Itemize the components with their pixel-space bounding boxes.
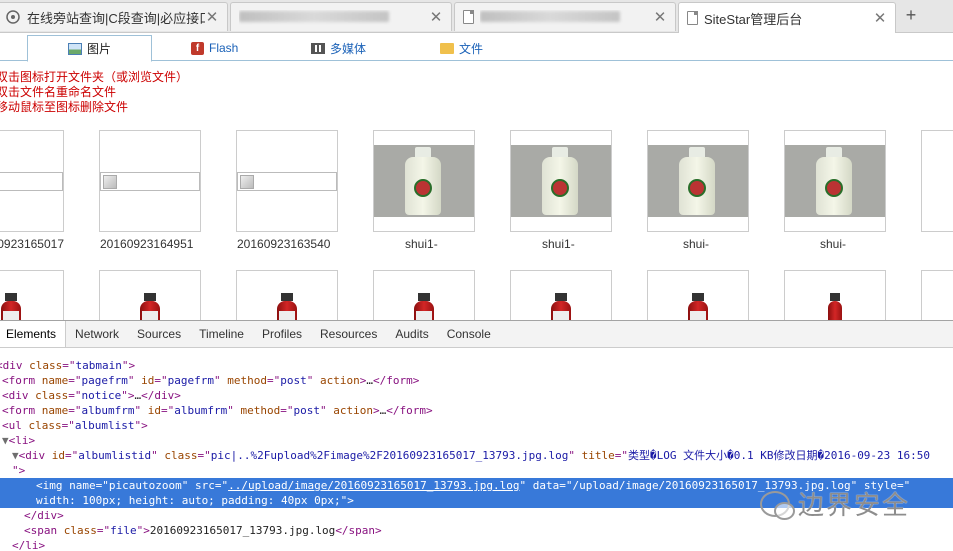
file-thumbnail[interactable]: [236, 270, 338, 320]
tab-title: 在线旁站查询|C段查询|必应接口: [27, 10, 205, 26]
file-name[interactable]: shui-: [820, 237, 846, 251]
notice: 双击图标打开文件夹（或浏览文件） 双击文件名重命名文件 移动鼠标至图标删除文件: [0, 70, 188, 115]
extinguisher-image: [277, 293, 297, 320]
extinguisher-image: [1, 293, 21, 320]
file-thumbnail[interactable]: [0, 130, 64, 232]
watermark-text: 边界安全: [798, 491, 911, 521]
browser-tab-active[interactable]: SiteStar管理后台 ✕: [678, 2, 896, 33]
file-thumbnail[interactable]: [921, 270, 953, 320]
watermark: 边界安全: [760, 485, 910, 522]
devtools-tab-console[interactable]: Console: [438, 321, 500, 347]
dom-node[interactable]: <ul class="albumlist">: [2, 418, 953, 433]
bottle-image: [511, 145, 611, 217]
file-name[interactable]: shui-: [683, 237, 709, 251]
broken-image-icon: [100, 172, 200, 191]
tab-label: 文件: [459, 41, 484, 56]
dom-node[interactable]: <span class="file">20160923165017_13793.…: [24, 523, 953, 538]
tab-images[interactable]: 图片: [27, 35, 153, 62]
file-name[interactable]: 20160923164951: [100, 237, 200, 251]
dom-node[interactable]: ▼<li>: [2, 433, 953, 448]
tab-files[interactable]: 文件: [440, 35, 483, 61]
wechat-icon: [760, 490, 795, 520]
notice-line: 移动鼠标至图标删除文件: [0, 100, 129, 114]
devtools-tab-resources[interactable]: Resources: [311, 321, 386, 347]
file-thumbnail[interactable]: [236, 130, 338, 232]
file-thumbnail[interactable]: [647, 130, 749, 232]
file-thumbnail[interactable]: [373, 270, 475, 320]
page-icon: [687, 11, 698, 25]
file-thumbnail[interactable]: [784, 130, 886, 232]
devtools-tab-timeline[interactable]: Timeline: [190, 321, 253, 347]
close-tab-icon[interactable]: ✕: [873, 9, 887, 27]
browser-tab[interactable]: ✕: [454, 2, 676, 31]
tab-label: Flash: [209, 41, 239, 55]
file-thumbnail[interactable]: [99, 130, 201, 232]
file-thumbnail[interactable]: [784, 270, 886, 320]
browser-tab[interactable]: ✕: [230, 2, 452, 31]
broken-image-icon: [0, 172, 63, 191]
dom-node[interactable]: <form name="pagefrm" id="pagefrm" method…: [2, 373, 953, 388]
file-name[interactable]: 20160923165017: [0, 237, 64, 251]
dom-node-continuation: ">: [12, 464, 26, 477]
broken-image-icon: [237, 172, 337, 191]
file-thumbnail[interactable]: [510, 130, 612, 232]
devtools-tab-network[interactable]: Network: [66, 321, 128, 347]
bottle-image: [374, 145, 474, 217]
search-globe-icon: [5, 9, 21, 25]
tab-media[interactable]: 多媒体: [311, 35, 366, 61]
bottle-image: [648, 145, 748, 217]
folder-icon: [440, 42, 454, 54]
page-content: 图片 f Flash 多媒体 文件 双击图标打开文件夹（或浏览文件） 双击文件名…: [0, 33, 953, 320]
flash-icon: f: [191, 41, 204, 55]
dom-node[interactable]: <form name="albumfrm" id="albumfrm" meth…: [2, 403, 953, 418]
media-icon: [311, 42, 325, 54]
bottle-image: [785, 145, 885, 217]
file-name[interactable]: shui1-: [542, 237, 575, 251]
close-tab-icon[interactable]: ✕: [653, 8, 667, 26]
dom-node[interactable]: ▼<div id="albumlistid" class="pic|..%2Fu…: [12, 448, 953, 463]
browser-tab-strip: 在线旁站查询|C段查询|必应接口 ✕ ✕ ✕ SiteStar管理后台 ✕ +: [0, 0, 953, 33]
image-icon: [68, 42, 82, 55]
notice-line: 双击文件名重命名文件: [0, 85, 117, 99]
extinguisher-image: [414, 293, 434, 320]
file-thumbnail[interactable]: [647, 270, 749, 320]
dom-node[interactable]: <div class="tabmain">: [0, 358, 953, 373]
tab-title: SiteStar管理后台: [704, 11, 803, 27]
close-tab-icon[interactable]: ✕: [205, 8, 219, 26]
file-thumbnail[interactable]: [373, 130, 475, 232]
extinguisher-image: [140, 293, 160, 320]
file-thumbnail[interactable]: [0, 270, 64, 320]
devtools-tab-elements[interactable]: Elements: [0, 321, 67, 347]
devtools-tab-bar: Elements Network Sources Timeline Profil…: [0, 321, 953, 348]
extinguisher-image: [828, 293, 842, 320]
tab-flash[interactable]: f Flash: [191, 35, 238, 61]
file-thumbnail[interactable]: [510, 270, 612, 320]
dom-node[interactable]: <div class="notice">…</div>: [2, 388, 953, 403]
browser-tab[interactable]: 在线旁站查询|C段查询|必应接口 ✕: [0, 2, 228, 31]
media-tab-bar: 图片 f Flash 多媒体 文件: [0, 33, 953, 62]
extinguisher-image: [551, 293, 571, 320]
new-tab-button[interactable]: +: [898, 4, 924, 28]
file-name[interactable]: shui1-: [405, 237, 438, 251]
extinguisher-image: [688, 293, 708, 320]
file-name[interactable]: 20160923163540: [237, 237, 337, 251]
tab-title: [480, 10, 653, 25]
devtools-tab-audits[interactable]: Audits: [386, 321, 437, 347]
close-tab-icon[interactable]: ✕: [429, 8, 443, 26]
page-icon: [463, 10, 474, 24]
tab-label: 图片: [87, 42, 112, 56]
file-thumbnail[interactable]: [921, 130, 953, 232]
devtools-tab-profiles[interactable]: Profiles: [253, 321, 311, 347]
file-thumbnail[interactable]: [99, 270, 201, 320]
devtools-tab-sources[interactable]: Sources: [128, 321, 190, 347]
tab-label: 多媒体: [330, 41, 367, 56]
tab-title: [239, 10, 429, 25]
notice-line: 双击图标打开文件夹（或浏览文件）: [0, 70, 189, 84]
dom-node[interactable]: </li>: [12, 538, 953, 551]
dom-node-clipped: [0, 351, 953, 358]
